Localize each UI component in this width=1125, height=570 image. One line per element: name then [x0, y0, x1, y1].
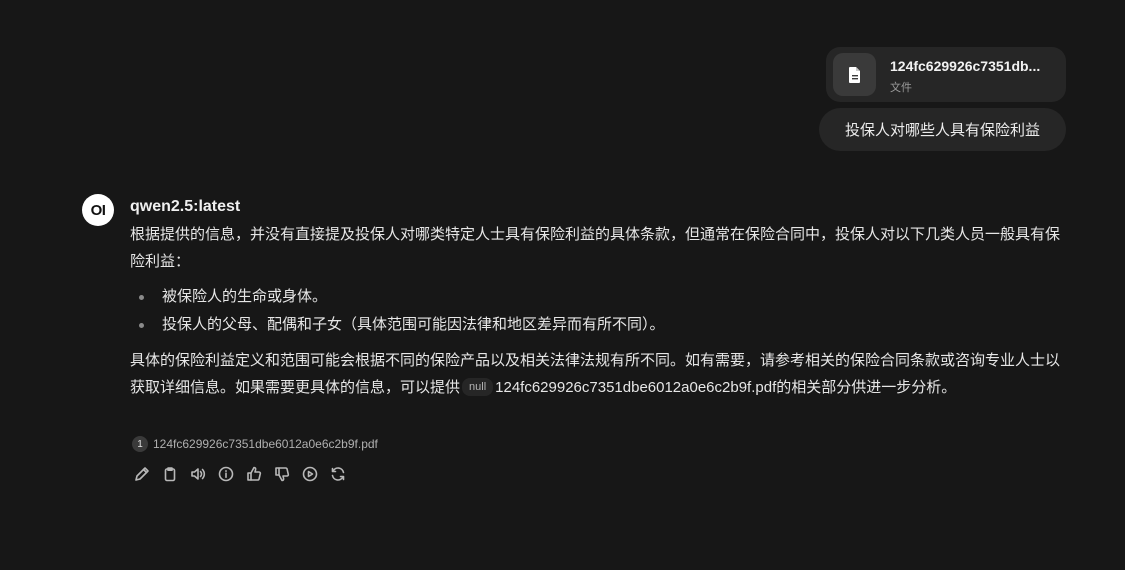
paragraph-text-end: 124fc629926c7351dbe6012a0e6c2b9f.pdf的相关部… [495, 379, 957, 396]
assistant-message: 根据提供的信息，并没有直接提及投保人对哪类特定人士具有保险利益的具体条款，但通常… [130, 221, 1070, 401]
list-item-text: 投保人的父母、配偶和子女（具体范围可能因法律和地区差异而有所不同）。 [162, 316, 665, 333]
regenerate-icon [331, 467, 345, 481]
list-item: 投保人的父母、配偶和子女（具体范围可能因法律和地区差异而有所不同）。 [130, 311, 1070, 339]
edit-button[interactable] [134, 465, 150, 483]
read-aloud-icon [191, 468, 206, 480]
edit-icon [135, 467, 149, 481]
answer-list: 被保险人的生命或身体。 投保人的父母、配偶和子女（具体范围可能因法律和地区差异而… [130, 283, 1070, 339]
user-message: 投保人对哪些人具有保险利益 [819, 108, 1066, 151]
file-type-label: 文件 [890, 82, 912, 94]
message-actions [134, 465, 346, 483]
model-name: qwen2.5:latest [130, 198, 241, 215]
bullet-dot [139, 323, 144, 328]
info-button[interactable] [218, 465, 234, 483]
thumbs-up-button[interactable] [246, 465, 262, 483]
thumbs-down-button[interactable] [274, 465, 290, 483]
answer-paragraph: 具体的保险利益定义和范围可能会根据不同的保险产品以及相关法律法规有所不同。如有需… [130, 347, 1070, 401]
citation-source: 124fc629926c7351dbe6012a0e6c2b9f.pdf [153, 437, 378, 451]
file-name: 124fc629926c7351db... [890, 58, 1041, 74]
model-avatar: OI [82, 194, 114, 226]
list-item-text: 被保险人的生命或身体。 [162, 288, 328, 305]
copy-icon [164, 467, 176, 482]
chat-page: 124fc629926c7351db... 文件 投保人对哪些人具有保险利益 O… [0, 0, 1125, 570]
continue-icon [302, 466, 318, 482]
document-icon [833, 53, 876, 96]
thumbs-down-icon [275, 467, 290, 482]
null-chip: null [462, 378, 494, 396]
bullet-dot [139, 295, 144, 300]
read-aloud-button[interactable] [190, 465, 206, 483]
citation-link[interactable]: 1 124fc629926c7351dbe6012a0e6c2b9f.pdf [132, 436, 378, 452]
copy-button[interactable] [162, 465, 178, 483]
continue-button[interactable] [302, 465, 318, 483]
list-item: 被保险人的生命或身体。 [130, 283, 1070, 311]
file-attachment-card[interactable]: 124fc629926c7351db... 文件 [826, 47, 1066, 102]
thumbs-up-icon [247, 466, 262, 481]
citation-number: 1 [132, 436, 148, 452]
answer-intro: 根据提供的信息，并没有直接提及投保人对哪类特定人士具有保险利益的具体条款，但通常… [130, 226, 1061, 270]
regenerate-button[interactable] [330, 465, 346, 483]
info-icon [218, 466, 234, 482]
